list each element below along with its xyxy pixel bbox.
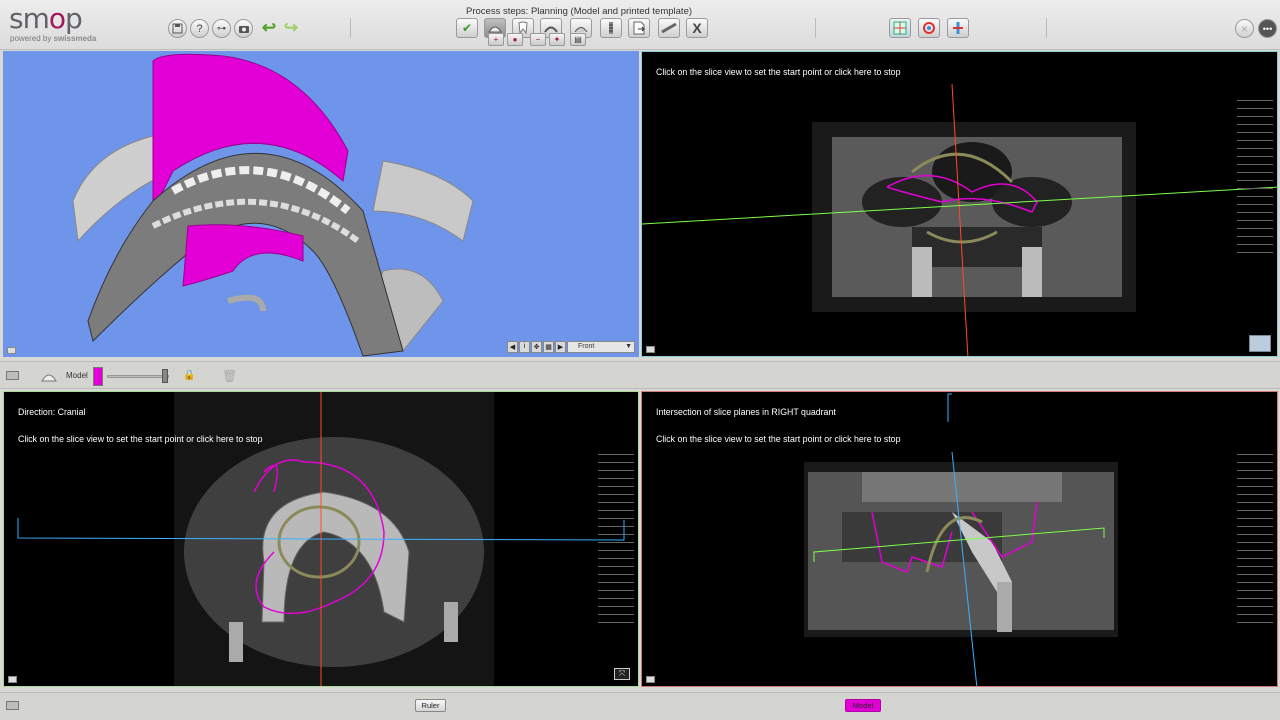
chat-icon[interactable]: ••• [1258, 19, 1277, 38]
model-button[interactable]: Model [845, 699, 881, 712]
coronal-slice-image[interactable] [642, 52, 1278, 357]
bottom-toolbar: Ruler Model [0, 692, 1280, 720]
add-model-icon[interactable]: + [488, 33, 504, 46]
scale-ruler [598, 454, 634, 630]
corner-marker [7, 347, 16, 354]
slice-instruction-link[interactable]: Click on the slice view to set the start… [18, 434, 262, 444]
corner-marker [646, 676, 655, 683]
info-icon[interactable]: i [519, 340, 530, 353]
panel-axial-view[interactable]: Direction: Cranial Click on the slice vi… [3, 391, 639, 687]
view-select[interactable]: Front ▼ [567, 340, 635, 353]
toolbar-separator [815, 18, 816, 38]
export-icon[interactable] [628, 18, 650, 38]
top-toolbar: smop powered by swissmeda ? ⊶ ↩ ↪ Proces… [0, 0, 1280, 50]
close-step-icon[interactable]: X [686, 18, 708, 38]
process-steps-title: Process steps: Planning (Model and print… [466, 6, 693, 17]
panel-coronal-view[interactable]: Click on the slice view to set the start… [641, 51, 1278, 357]
collapse-icon[interactable] [6, 701, 19, 710]
remove-model-icon[interactable]: − [530, 33, 546, 46]
powered-by: powered by swissmeda [10, 34, 97, 43]
model-shape-icon[interactable] [40, 369, 58, 388]
star-model-icon[interactable]: ✦ [549, 33, 565, 46]
expand-icon[interactable]: ⤧ [614, 668, 630, 680]
ruler-button[interactable]: Ruler [415, 699, 446, 712]
panel-3d-view[interactable]: ◀ i ✥ ▦ ▶ Front ▼ [3, 51, 639, 357]
redo-arrow-icon[interactable]: ↪ [280, 18, 302, 38]
camera-icon[interactable] [234, 19, 253, 38]
corner-marker [646, 346, 655, 353]
direction-label: Direction: Cranial [18, 407, 86, 417]
grid-icon[interactable]: ▦ [543, 340, 554, 353]
toolbar-separator [1046, 18, 1047, 38]
undo-arrow-icon[interactable]: ↩ [258, 18, 280, 38]
move-icon[interactable]: ✥ [531, 340, 542, 353]
logo: smop [9, 2, 83, 35]
slice-instruction-link[interactable]: Click on the slice view to set the start… [656, 434, 900, 444]
tooth-view-icon[interactable] [918, 18, 940, 38]
collapse-icon[interactable] [6, 371, 19, 380]
sagittal-title: Intersection of slice planes in RIGHT qu… [656, 407, 836, 417]
layers-icon[interactable]: ▤ [570, 33, 586, 46]
prev-view-icon[interactable]: ◀ [507, 340, 518, 353]
scale-ruler [1237, 100, 1273, 260]
object-color-swatch[interactable] [93, 367, 103, 386]
glasses-icon[interactable]: ⊶ [212, 19, 231, 38]
object-toolbar: Model 🔒 🗑 [0, 361, 1280, 389]
check-icon[interactable]: ✔ [456, 18, 478, 38]
object-label: Model [66, 371, 88, 380]
3d-model-render[interactable] [3, 51, 639, 357]
close-circle-icon[interactable]: × [1235, 19, 1254, 38]
opacity-slider-knob[interactable] [162, 369, 168, 383]
corner-marker [8, 676, 17, 683]
trash-icon[interactable]: 🗑 [222, 369, 237, 383]
print-icon[interactable] [658, 18, 680, 38]
toolbar-separator [350, 18, 351, 38]
view-nav-bar: ◀ i ✥ ▦ ▶ Front ▼ [507, 340, 635, 353]
lock-icon[interactable]: 🔒 [183, 370, 195, 381]
scale-ruler [1237, 454, 1273, 630]
save-icon[interactable] [168, 19, 187, 38]
panel-sagittal-view[interactable]: Intersection of slice planes in RIGHT qu… [641, 391, 1278, 687]
implant-view-icon[interactable] [947, 18, 969, 38]
app-window: smop powered by swissmeda ? ⊶ ↩ ↪ Proces… [0, 0, 1280, 720]
next-view-icon[interactable]: ▶ [555, 340, 566, 353]
help-icon[interactable]: ? [190, 19, 209, 38]
split-view-icon[interactable] [889, 18, 911, 38]
screw-icon[interactable] [600, 18, 622, 38]
edit-model-icon[interactable]: ● [507, 33, 523, 46]
screenshot-icon[interactable] [1249, 335, 1271, 352]
opacity-slider[interactable] [107, 375, 169, 378]
